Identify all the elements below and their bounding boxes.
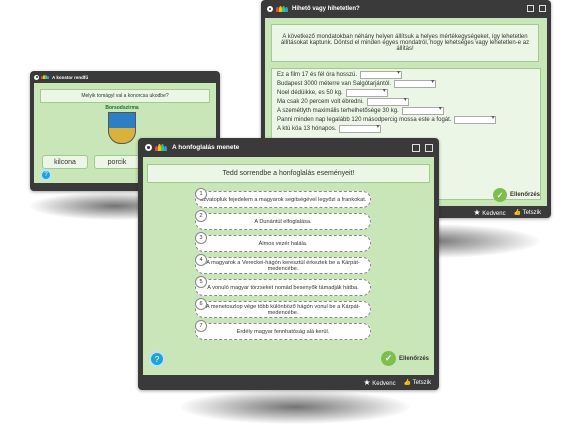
order-item[interactable]: 4A magyarok a Vereckei-hágón keresztül é…: [195, 254, 371, 274]
ordering-window-controls: [412, 144, 433, 152]
crest-label: Borsodszirma: [105, 105, 139, 111]
answer-select[interactable]: [454, 114, 497, 124]
answer-select[interactable]: [401, 105, 444, 115]
answer-select[interactable]: [339, 123, 382, 133]
window-menu-icon[interactable]: [34, 74, 39, 80]
order-number: 6: [195, 298, 207, 310]
ordering-check-label: Ellenőrzés: [399, 355, 430, 362]
order-number: 3: [195, 232, 207, 244]
order-number: 7: [195, 320, 207, 332]
answer-select[interactable]: [366, 96, 409, 106]
ordering-like-button[interactable]: 👍 Tetszik: [404, 379, 431, 386]
statement-row: Panni minden nap legalább 120 másodperci…: [277, 114, 497, 124]
order-item[interactable]: 2A Dunántúl elfoglalása.: [195, 210, 371, 230]
answer-select[interactable]: [360, 69, 403, 79]
quiz-option[interactable]: kilcona: [42, 155, 88, 169]
order-number: 1: [195, 188, 207, 200]
rainbow-logo-icon: [41, 75, 49, 79]
ordering-bottombar: ★ Kedvenc 👍 Tetszik: [138, 375, 439, 390]
statement-row: Ma csak 20 percem volt ébredni.: [277, 96, 409, 106]
checkmark-icon: ✓: [381, 351, 396, 366]
window-menu-icon[interactable]: [145, 144, 152, 151]
close-icon[interactable]: [539, 5, 546, 12]
ordering-content: Tedd sorrendbe a honfoglalás eseményeit!…: [143, 157, 434, 375]
truefalse-instruction-panel: A következő mondatokban néhány helyen ál…: [271, 24, 539, 62]
question-circle-icon[interactable]: ?: [40, 169, 52, 181]
question-circle-icon[interactable]: ?: [149, 351, 165, 367]
truefalse-check-label: Ellenőrzés: [510, 192, 541, 198]
quiz-question: Melyik tomágyl val a konorcsa ukodbe?: [81, 93, 169, 99]
checkmark-icon: ✓: [493, 188, 507, 202]
ordering-window: A honfoglalás menete Tedd sorrendbe a ho…: [138, 138, 439, 390]
ordering-titlebar: A honfoglalás menete: [138, 138, 439, 157]
statement-row: Noel dédüikke, es 50 kg.: [277, 87, 388, 97]
statement-row: Budapest 3000 méterre van Salgótarjántól…: [277, 78, 437, 88]
quiz-title: A konstor rendfű: [52, 74, 89, 80]
order-number: 5: [195, 276, 207, 288]
statement-row: Ez a film 17 és fél óra hosszú.: [277, 69, 403, 79]
truefalse-title: Hihető vagy hihetetlen?: [292, 6, 360, 12]
crest-image: Borsodszirma: [104, 105, 140, 147]
thumbs-up-icon: 👍: [513, 209, 522, 216]
shadow-ordering: [180, 390, 410, 424]
rainbow-logo-icon: [155, 144, 167, 151]
statement-row: A szemétlyth maximális terhelhetősége 30…: [277, 105, 444, 115]
quiz-question-panel: Melyik tomágyl val a konorcsa ukodbe?: [40, 89, 210, 103]
order-number: 4: [195, 254, 207, 266]
ordering-favorite-button[interactable]: ★ Kedvenc: [363, 378, 395, 387]
close-icon[interactable]: [425, 144, 433, 152]
order-number: 2: [195, 210, 207, 222]
order-item[interactable]: 7 Erdély magyar fennhatóság alá kerül.: [195, 320, 371, 340]
star-icon: ★: [363, 378, 371, 387]
quiz-titlebar: A konstor rendfű: [30, 71, 220, 83]
truefalse-instruction: A következő mondatokban néhány helyen ál…: [280, 34, 530, 52]
quiz-option[interactable]: porcik: [94, 155, 140, 169]
truefalse-window-controls: [527, 5, 546, 12]
answer-select[interactable]: [394, 78, 437, 88]
order-item[interactable]: 3 Álmos vezér halála.: [195, 232, 371, 252]
minimize-icon[interactable]: [527, 5, 534, 12]
order-item[interactable]: 5A vonuló magyar törzseket nomád besenyő…: [195, 276, 371, 296]
star-icon: ★: [473, 207, 481, 217]
ordering-check-button[interactable]: ✓ Ellenőrzés: [381, 351, 429, 366]
window-menu-icon[interactable]: [267, 6, 273, 12]
shield-icon: [108, 112, 136, 144]
answer-select[interactable]: [345, 87, 388, 97]
ordering-instruction-panel: Tedd sorrendbe a honfoglalás eseményeit!: [147, 164, 430, 183]
thumbs-up-icon: 👍: [403, 380, 412, 386]
ordering-title: A honfoglalás menete: [172, 144, 240, 151]
order-item[interactable]: 6A menetoszlop vége több különböző hágón…: [195, 298, 371, 318]
truefalse-like-button[interactable]: 👍 Tetszik: [514, 209, 541, 216]
order-item[interactable]: 1 Szvatopluk fejedelem a magyarok segítsé…: [195, 188, 371, 208]
minimize-icon[interactable]: [412, 144, 420, 152]
truefalse-favorite-button[interactable]: ★ Kedvenc: [473, 208, 505, 217]
truefalse-check-button[interactable]: ✓ Ellenőrzés: [493, 188, 540, 202]
truefalse-titlebar: Hihető vagy hihetetlen?: [261, 0, 551, 18]
statement-row: A ktú köa 13 hónapos.: [277, 123, 382, 133]
rainbow-logo-icon: [276, 6, 288, 12]
ordering-instruction: Tedd sorrendbe a honfoglalás eseményeit!: [222, 170, 355, 177]
